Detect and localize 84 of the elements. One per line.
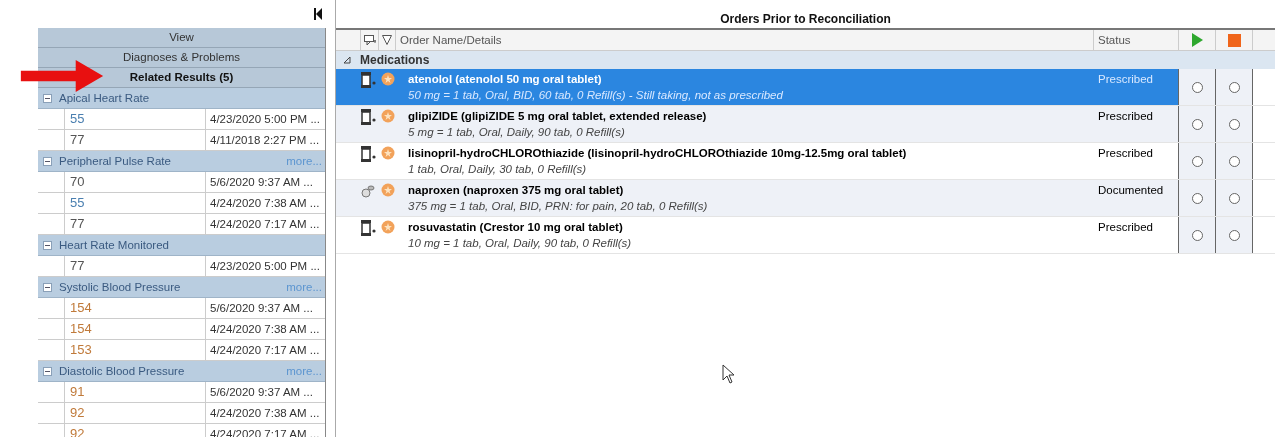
column-header[interactable]: Status — [1094, 30, 1179, 50]
result-time: 4/24/2020 7:17 AM ... — [209, 343, 321, 358]
result-time: 4/11/2018 2:27 PM ... — [209, 133, 321, 148]
result-time: 4/23/2020 5:00 PM ... — [209, 112, 321, 127]
result-time: 5/6/2020 9:37 AM ... — [209, 385, 314, 400]
collapse-icon[interactable] — [43, 240, 52, 250]
mouse-cursor-icon — [722, 364, 736, 384]
order-details: 1 tab, Oral, Daily, 30 tab, 0 Refill(s) — [408, 162, 588, 177]
result-time: 4/24/2020 7:38 AM ... — [209, 196, 321, 211]
view-header[interactable]: View — [38, 28, 325, 48]
result-time: 4/24/2020 7:38 AM ... — [209, 406, 321, 421]
prescription-bottle-icon — [360, 72, 376, 88]
status-badge-icon — [381, 72, 395, 86]
order-status: Prescribed — [1097, 109, 1154, 124]
status-badge-icon — [381, 183, 395, 197]
result-value: 77 — [70, 258, 85, 273]
radio-button[interactable] — [1228, 118, 1240, 130]
order-status: Prescribed — [1097, 146, 1154, 161]
result-value: 91 — [70, 384, 85, 399]
pill-icon — [360, 183, 376, 199]
result-value: 92 — [70, 405, 85, 420]
collapse-icon[interactable] — [43, 156, 52, 166]
prescription-bottle-icon — [360, 109, 376, 125]
order-name: atenolol (atenolol 50 mg oral tablet) — [408, 72, 603, 87]
stop-icon[interactable] — [1227, 33, 1241, 47]
order-row[interactable]: atenolol (atenolol 50 mg oral tablet) 50 mg = 1 tab, Oral, BID, 60 tab, 0 Refill(s) - Still taking, not as prescribed Prescribed — [336, 69, 1275, 106]
status-badge-icon — [381, 146, 395, 160]
order-details: 10 mg = 1 tab, Oral, Daily, 90 tab, 0 Refill(s) — [408, 236, 633, 251]
section-header[interactable]: Diagnoses & Problems — [38, 48, 325, 68]
group-title: Diastolic Blood Pressure — [59, 365, 186, 377]
result-time: 4/23/2020 5:00 PM ... — [209, 259, 321, 274]
group-title: Systolic Blood Pressure — [59, 281, 182, 293]
order-details: 50 mg = 1 tab, Oral, BID, 60 tab, 0 Refill(s) - Still taking, not as prescribed — [408, 88, 784, 103]
radio-button[interactable] — [1228, 229, 1240, 241]
status-badge-icon — [381, 109, 395, 123]
radio-button[interactable] — [1191, 155, 1203, 167]
collapse-icon[interactable] — [43, 366, 52, 376]
order-status: Prescribed — [1097, 72, 1154, 87]
order-name: rosuvastatin (Crestor 10 mg oral tablet) — [408, 220, 624, 235]
order-details: 5 mg = 1 tab, Oral, Daily, 90 tab, 0 Refill(s) — [408, 125, 626, 140]
order-row[interactable]: glipiZIDE (glipiZIDE 5 mg oral tablet, extended release) 5 mg = 1 tab, Oral, Daily, 90 tab, 0 Refill(s) Prescribed — [336, 106, 1275, 143]
group-title: Heart Rate Monitored — [59, 239, 170, 251]
collapse-icon[interactable] — [43, 282, 52, 292]
radio-button[interactable] — [1228, 81, 1240, 93]
group-title: Apical Heart Rate — [59, 92, 151, 104]
order-row[interactable]: naproxen (naproxen 375 mg oral tablet) 375 mg = 1 tab, Oral, BID, PRN: for pain, 20 tab, 0 Refill(s) Documented — [336, 180, 1275, 217]
order-row[interactable]: rosuvastatin (Crestor 10 mg oral tablet) 10 mg = 1 tab, Oral, Daily, 90 tab, 0 Refill(s) Prescribed — [336, 217, 1275, 254]
prescription-bottle-icon — [360, 220, 376, 236]
result-value: 153 — [70, 342, 92, 357]
order-name: naproxen (naproxen 375 mg oral tablet) — [408, 183, 625, 198]
order-status: Documented — [1097, 183, 1165, 198]
radio-button[interactable] — [1191, 118, 1203, 130]
order-status: Prescribed — [1097, 220, 1154, 235]
radio-button[interactable] — [1191, 192, 1203, 204]
comment-icon[interactable] — [363, 34, 376, 46]
result-value: 77 — [70, 132, 85, 147]
collapse-icon[interactable] — [343, 56, 351, 64]
group-title: Peripheral Pulse Rate — [59, 155, 172, 167]
result-value: 55 — [70, 111, 85, 126]
result-value: 70 — [70, 174, 85, 189]
group-title: Medications — [360, 53, 430, 67]
continue-icon[interactable] — [1191, 33, 1203, 47]
order-name: glipiZIDE (glipiZIDE 5 mg oral tablet, extended release) — [408, 109, 708, 124]
result-value: 77 — [70, 216, 85, 231]
column-header[interactable]: Order Name/Details — [396, 30, 1094, 50]
result-value: 154 — [70, 321, 92, 336]
filter-icon[interactable] — [382, 35, 392, 45]
radio-button[interactable] — [1191, 229, 1203, 241]
result-time: 5/6/2020 9:37 AM ... — [209, 301, 314, 316]
radio-button[interactable] — [1228, 192, 1240, 204]
prescription-bottle-icon — [360, 146, 376, 162]
order-details: 375 mg = 1 tab, Oral, BID, PRN: for pain, 20 tab, 0 Refill(s) — [408, 199, 709, 214]
result-value: 154 — [70, 300, 92, 315]
result-value: 55 — [70, 195, 85, 210]
radio-button[interactable] — [1228, 155, 1240, 167]
result-time: 5/6/2020 9:37 AM ... — [209, 175, 314, 190]
order-row[interactable]: lisinopril-hydroCHLOROthiazide (lisinopril-hydroCHLOROthiazide 10mg-12.5mg oral tablet) 1 tab, Oral, Daily, 30 tab, 0 Refill(s) Prescribed — [336, 143, 1275, 180]
result-time: 4/24/2020 7:17 AM ... — [209, 217, 321, 232]
collapse-panel-icon[interactable] — [314, 8, 322, 20]
result-time: 4/24/2020 7:38 AM ... — [209, 322, 321, 337]
radio-button[interactable] — [1191, 81, 1203, 93]
collapse-icon[interactable] — [43, 93, 52, 103]
order-name: lisinopril-hydroCHLOROthiazide (lisinopril-hydroCHLOROthiazide 10mg-12.5mg oral tablet) — [408, 146, 908, 161]
status-badge-icon — [381, 220, 395, 234]
